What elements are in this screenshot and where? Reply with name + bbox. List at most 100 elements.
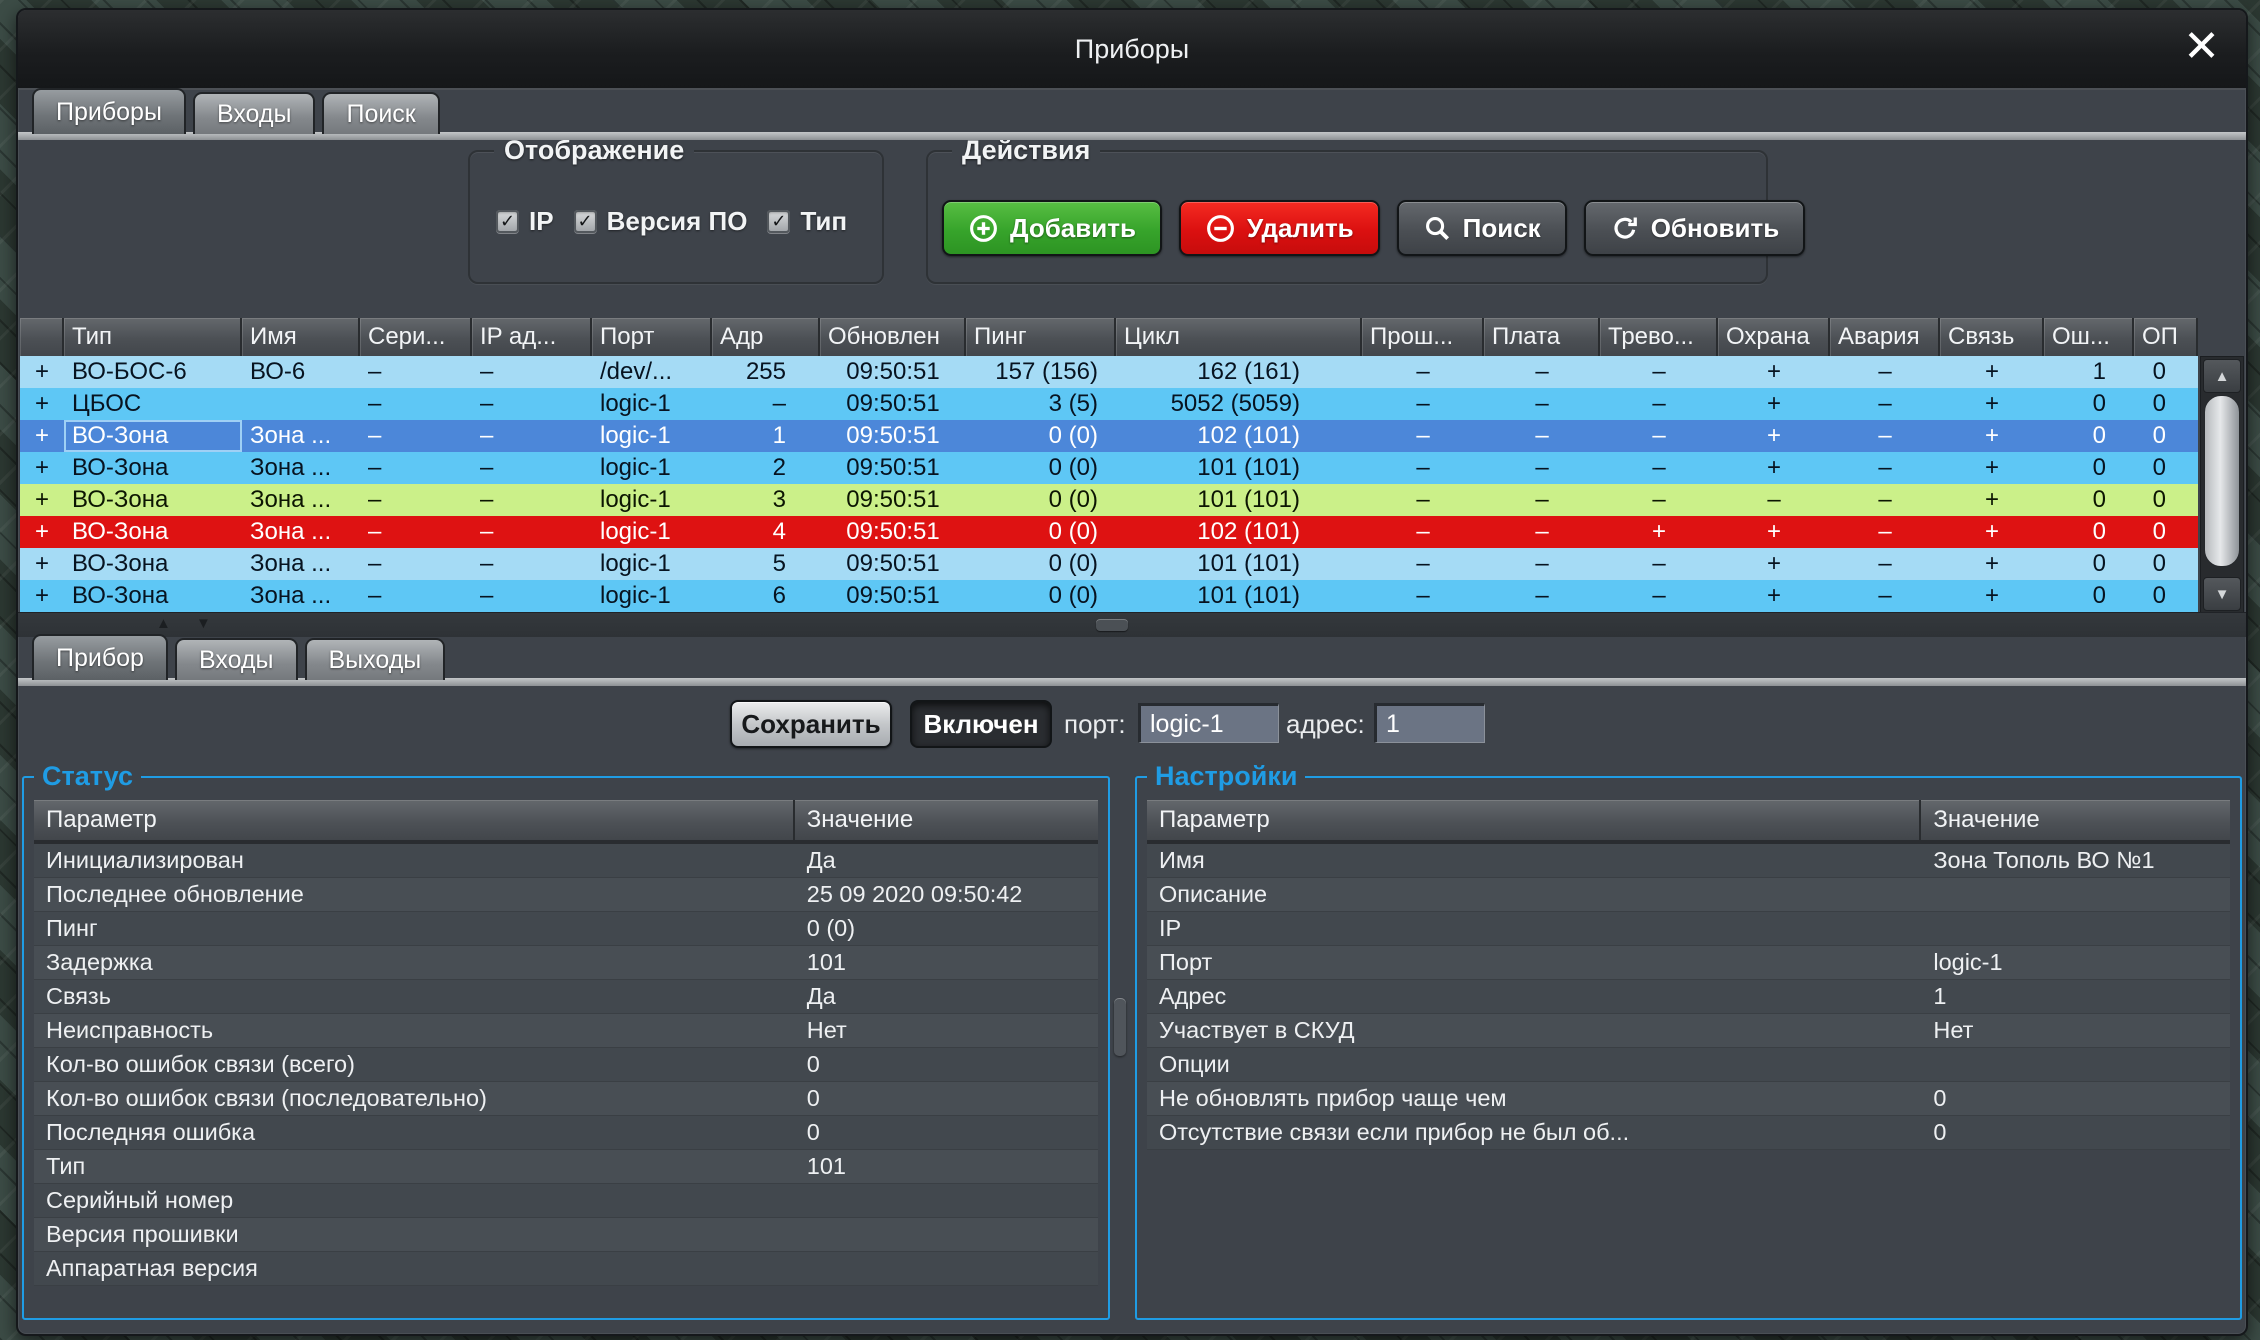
expand-toggle[interactable]: + <box>20 580 64 612</box>
column-header-6[interactable]: Адр <box>712 318 820 356</box>
splitter-grip-icon[interactable] <box>1096 619 1128 631</box>
table-row[interactable]: +ВО-ЗонаЗона ...––logic-1609:50:510 (0)1… <box>20 580 2198 612</box>
close-icon[interactable]: ✕ <box>2183 10 2220 84</box>
column-header-1[interactable]: Тип <box>64 318 242 356</box>
panel-splitter-grip-icon[interactable] <box>1114 998 1126 1056</box>
column-header-5[interactable]: Порт <box>592 318 712 356</box>
expand-toggle[interactable]: + <box>20 516 64 548</box>
param-row[interactable]: Кол-во ошибок связи (всего)0 <box>34 1048 1098 1082</box>
table-row[interactable]: +ВО-ЗонаЗона ...––logic-1509:50:510 (0)1… <box>20 548 2198 580</box>
param-row[interactable]: Отсутствие связи если прибор не был об..… <box>1147 1116 2230 1150</box>
column-header-2[interactable]: Имя <box>242 318 360 356</box>
expand-toggle[interactable]: + <box>20 388 64 420</box>
checkmark-icon[interactable]: ✓ <box>574 210 597 233</box>
display-checkbox-1[interactable]: ✓ Версия ПО <box>574 206 748 237</box>
param-row[interactable]: Портlogic-1 <box>1147 946 2230 980</box>
detail-tab-1[interactable]: Входы <box>175 638 298 680</box>
table-cell: – <box>1718 484 1830 516</box>
search-button[interactable]: Поиск <box>1397 200 1567 256</box>
device-table-rows: +ВО-БОС-6ВО-6––/dev/...25509:50:51157 (1… <box>20 356 2198 612</box>
detail-tab-0[interactable]: Прибор <box>32 634 168 680</box>
table-row[interactable]: +ВО-ЗонаЗона ...––logic-1109:50:510 (0)1… <box>20 420 2198 452</box>
column-header-0[interactable] <box>20 318 64 356</box>
column-header-11[interactable]: Плата <box>1484 318 1600 356</box>
display-checkbox-2[interactable]: ✓Тип <box>767 206 847 237</box>
splitter-collapse-down-icon[interactable]: ▼ <box>196 615 211 632</box>
param-row[interactable]: Кол-во ошибок связи (последовательно)0 <box>34 1082 1098 1116</box>
column-header-13[interactable]: Охрана <box>1718 318 1830 356</box>
main-tab-2[interactable]: Поиск <box>322 92 439 134</box>
param-row[interactable]: Версия прошивки <box>34 1218 1098 1252</box>
titlebar[interactable]: Приборы ✕ <box>18 10 2246 90</box>
column-header-10[interactable]: Прош... <box>1362 318 1484 356</box>
param-row[interactable]: Участвует в СКУДНет <box>1147 1014 2230 1048</box>
table-cell: – <box>1484 484 1600 516</box>
address-input[interactable] <box>1374 703 1485 743</box>
table-cell: 4 <box>712 516 820 548</box>
param-row[interactable]: НеисправностьНет <box>34 1014 1098 1048</box>
column-header-7[interactable]: Обновлен <box>820 318 966 356</box>
param-row[interactable]: Задержка101 <box>34 946 1098 980</box>
checkmark-icon[interactable]: ✓ <box>496 210 519 233</box>
param-name: IP <box>1147 912 1921 945</box>
expand-toggle[interactable]: + <box>20 356 64 388</box>
param-row[interactable]: СвязьДа <box>34 980 1098 1014</box>
expand-toggle[interactable]: + <box>20 420 64 452</box>
column-header-4[interactable]: IP ад... <box>472 318 592 356</box>
detail-tab-bar: ПриборВходыВыходы <box>32 636 452 680</box>
splitter-collapse-up-icon[interactable]: ▲ <box>156 615 171 632</box>
scroll-up-icon[interactable]: ▲ <box>2203 359 2241 393</box>
table-row[interactable]: +ВО-ЗонаЗона ...––logic-1209:50:510 (0)1… <box>20 452 2198 484</box>
save-button[interactable]: Сохранить <box>730 700 892 748</box>
param-row[interactable]: IP <box>1147 912 2230 946</box>
column-header-9[interactable]: Цикл <box>1116 318 1362 356</box>
scroll-down-icon[interactable]: ▼ <box>2203 577 2241 611</box>
port-input[interactable] <box>1138 703 1279 743</box>
column-header-14[interactable]: Авария <box>1830 318 1940 356</box>
refresh-button[interactable]: Обновить <box>1584 200 1806 256</box>
param-row[interactable]: Не обновлять прибор чаще чем0 <box>1147 1082 2230 1116</box>
column-header-15[interactable]: Связь <box>1940 318 2044 356</box>
table-cell: 5052 (5059) <box>1116 388 1362 420</box>
table-row[interactable]: +ВО-БОС-6ВО-6––/dev/...25509:50:51157 (1… <box>20 356 2198 388</box>
param-row[interactable]: Тип101 <box>34 1150 1098 1184</box>
vertical-scrollbar[interactable]: ▲ ▼ <box>2200 356 2244 614</box>
minus-circle-icon <box>1205 213 1236 244</box>
display-checkbox-0[interactable]: ✓IP <box>496 206 554 237</box>
table-cell: – <box>1484 420 1600 452</box>
param-row[interactable]: ИнициализированДа <box>34 844 1098 878</box>
scrollbar-thumb[interactable] <box>2204 395 2240 567</box>
param-row[interactable]: Последнее обновление25 09 2020 09:50:42 <box>34 878 1098 912</box>
device-table-header[interactable]: ТипИмяСери...IP ад...ПортАдрОбновленПинг… <box>20 318 2198 356</box>
param-row[interactable]: ИмяЗона Тополь ВО №1 <box>1147 844 2230 878</box>
add-button[interactable]: Добавить <box>942 200 1162 256</box>
column-header-17[interactable]: ОП <box>2134 318 2198 356</box>
checkmark-icon[interactable]: ✓ <box>767 210 790 233</box>
column-header-3[interactable]: Сери... <box>360 318 472 356</box>
table-cell <box>242 388 360 420</box>
param-row[interactable]: Пинг0 (0) <box>34 912 1098 946</box>
detail-tab-2[interactable]: Выходы <box>305 638 446 680</box>
table-cell: – <box>360 388 472 420</box>
main-tab-0[interactable]: Приборы <box>32 88 186 134</box>
enabled-toggle[interactable]: Включен <box>910 700 1052 748</box>
delete-button[interactable]: Удалить <box>1179 200 1380 256</box>
horizontal-splitter[interactable]: ▲ ▼ <box>18 612 2246 637</box>
param-row[interactable]: Адрес1 <box>1147 980 2230 1014</box>
param-row[interactable]: Серийный номер <box>34 1184 1098 1218</box>
checkbox-label: Версия ПО <box>607 206 748 237</box>
param-row[interactable]: Опции <box>1147 1048 2230 1082</box>
column-header-16[interactable]: Ош... <box>2044 318 2134 356</box>
param-row[interactable]: Описание <box>1147 878 2230 912</box>
table-row[interactable]: +ВО-ЗонаЗона ...––logic-1309:50:510 (0)1… <box>20 484 2198 516</box>
expand-toggle[interactable]: + <box>20 452 64 484</box>
expand-toggle[interactable]: + <box>20 548 64 580</box>
expand-toggle[interactable]: + <box>20 484 64 516</box>
table-row[interactable]: +ВО-ЗонаЗона ...––logic-1409:50:510 (0)1… <box>20 516 2198 548</box>
column-header-12[interactable]: Трево... <box>1600 318 1718 356</box>
param-row[interactable]: Аппаратная версия <box>34 1252 1098 1286</box>
column-header-8[interactable]: Пинг <box>966 318 1116 356</box>
param-row[interactable]: Последняя ошибка0 <box>34 1116 1098 1150</box>
main-tab-1[interactable]: Входы <box>193 92 316 134</box>
table-row[interactable]: +ЦБОС––logic-1–09:50:513 (5)5052 (5059)–… <box>20 388 2198 420</box>
